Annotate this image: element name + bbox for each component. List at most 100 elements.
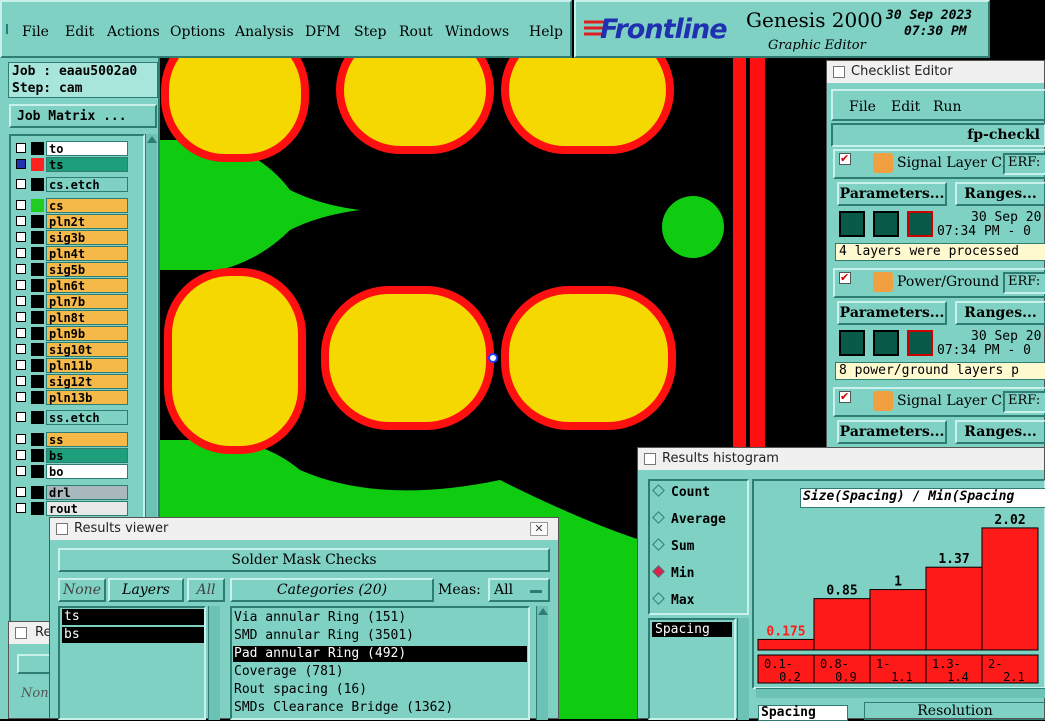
layer-name[interactable]: sig10t [46, 342, 128, 357]
layer-name[interactable]: bs [46, 448, 128, 463]
layer-row-pln2t[interactable]: pln2t [12, 214, 130, 229]
layer-checkbox[interactable] [16, 328, 26, 338]
stop-icon[interactable] [907, 211, 933, 237]
layer-row-rout[interactable]: rout [12, 501, 130, 516]
menu-dfm[interactable]: DFM [305, 24, 340, 40]
layer-checkbox[interactable] [16, 450, 26, 460]
mode-option-sum[interactable]: Sum [652, 538, 694, 557]
layer-name[interactable]: pln2t [46, 214, 128, 229]
layer-row-sig5b[interactable]: sig5b [12, 262, 130, 277]
checklist-menu-file[interactable]: File [849, 99, 876, 115]
layer-row-pln13b[interactable]: pln13b [12, 390, 130, 405]
layer-checkbox[interactable] [16, 179, 26, 189]
histogram-bar[interactable] [869, 589, 927, 651]
histogram-bar[interactable] [813, 598, 871, 651]
layer-checkbox[interactable] [16, 434, 26, 444]
menu-actions[interactable]: Actions [107, 24, 160, 40]
layer-name[interactable]: ss.etch [46, 410, 128, 425]
category-item[interactable]: Rout spacing (16) [233, 682, 527, 698]
chart-hscrollbar[interactable] [756, 688, 1045, 698]
checklist-item-header[interactable]: ✔ Signal Layer Ch ERF: [833, 387, 1045, 417]
layer-name[interactable]: pln8t [46, 310, 128, 325]
layer-name[interactable]: pln6t [46, 278, 128, 293]
menu-edit[interactable]: Edit [65, 24, 94, 40]
layer-row-bo[interactable]: bo [12, 464, 130, 479]
layer-row-pln7b[interactable]: pln7b [12, 294, 130, 309]
ranges-button[interactable]: Ranges... [955, 420, 1045, 444]
layer-checkbox[interactable] [16, 412, 26, 422]
result-layer-item[interactable]: ts [62, 609, 204, 625]
checklist-item-header[interactable]: ✔ Power/Ground C ERF: [833, 268, 1045, 298]
histogram-bar[interactable] [981, 527, 1039, 651]
layer-checkbox[interactable] [16, 248, 26, 258]
run-step-icon[interactable] [873, 330, 899, 356]
menu-analysis[interactable]: Analysis [235, 24, 294, 40]
scroll-up-arrow-icon[interactable] [537, 608, 548, 615]
mode-option-min[interactable]: Min [652, 565, 694, 584]
parameters-button[interactable]: Parameters... [837, 301, 947, 325]
erf-field[interactable]: ERF: [1003, 391, 1045, 413]
radio-icon[interactable] [652, 511, 665, 524]
category-item[interactable]: Via annular Ring (151) [233, 610, 527, 626]
layer-checkbox[interactable] [16, 466, 26, 476]
run-step-icon[interactable] [873, 211, 899, 237]
layer-checkbox[interactable] [16, 216, 26, 226]
histogram-bar[interactable] [925, 566, 983, 651]
mode-option-count[interactable]: Count [652, 484, 710, 503]
checkmark-icon[interactable]: ✔ [839, 391, 851, 403]
category-item[interactable]: Pad annular Ring (492) [233, 646, 527, 662]
none-button[interactable]: None [58, 578, 106, 602]
run-icon[interactable] [839, 330, 865, 356]
layer-row-pln11b[interactable]: pln11b [12, 358, 130, 373]
histogram-list-item[interactable]: Spacing [652, 622, 732, 637]
layer-checkbox[interactable] [16, 503, 26, 513]
layer-name[interactable]: sig12t [46, 374, 128, 389]
category-scrollbar[interactable] [536, 606, 548, 720]
layer-name[interactable]: sig5b [46, 262, 128, 277]
layer-row-ss[interactable]: ss [12, 432, 130, 447]
checkmark-icon[interactable]: ✔ [839, 153, 851, 165]
menu-rout[interactable]: Rout [399, 24, 433, 40]
histogram-bar[interactable] [757, 638, 815, 651]
job-matrix-button[interactable]: Job Matrix ... [9, 104, 157, 128]
erf-field[interactable]: ERF: [1003, 153, 1045, 175]
menu-step[interactable]: Step [354, 24, 386, 40]
layer-row-ss-etch[interactable]: ss.etch [12, 410, 130, 425]
layer-checkbox[interactable] [16, 376, 26, 386]
checklist-menu-run[interactable]: Run [933, 99, 962, 115]
layer-name[interactable]: bo [46, 464, 128, 479]
radio-icon[interactable] [652, 592, 665, 605]
checklist-titlebar[interactable]: Checklist Editor [827, 61, 1044, 83]
layer-checkbox[interactable] [16, 487, 26, 497]
layer-row-pln4t[interactable]: pln4t [12, 246, 130, 261]
layer-checkbox[interactable] [16, 159, 26, 169]
radio-selected-icon[interactable] [652, 565, 665, 578]
mode-option-max[interactable]: Max [652, 592, 694, 611]
category-item[interactable]: SMD annular Ring (3501) [233, 628, 527, 644]
layer-result-scrollbar[interactable] [208, 606, 220, 720]
layer-name[interactable]: pln11b [46, 358, 128, 373]
menu-options[interactable]: Options [170, 24, 225, 40]
scroll-up-arrow-icon[interactable] [146, 136, 157, 143]
ranges-button[interactable]: Ranges... [955, 301, 1045, 325]
ranges-button[interactable]: Ranges... [955, 182, 1045, 206]
layer-row-ts[interactable]: ts [12, 157, 130, 172]
background-window-none[interactable]: Non [21, 686, 49, 701]
radio-icon[interactable] [652, 538, 665, 551]
category-item[interactable]: Coverage (781) [233, 664, 527, 680]
categories-button[interactable]: Categories (20) [230, 578, 434, 602]
layer-row-cs-etch[interactable]: cs.etch [12, 177, 130, 192]
layer-checkbox[interactable] [16, 143, 26, 153]
layer-name[interactable]: pln4t [46, 246, 128, 261]
layer-name[interactable]: cs [46, 198, 128, 213]
layer-name[interactable]: cs.etch [46, 177, 128, 192]
mode-option-average[interactable]: Average [652, 511, 726, 530]
close-icon[interactable]: ✕ [530, 522, 548, 536]
layer-row-drl[interactable]: drl [12, 485, 130, 500]
layer-checkbox[interactable] [16, 232, 26, 242]
layer-row-to[interactable]: to [12, 141, 130, 156]
layer-row-pln6t[interactable]: pln6t [12, 278, 130, 293]
layer-name[interactable]: pln9b [46, 326, 128, 341]
run-icon[interactable] [839, 211, 865, 237]
layer-row-cs[interactable]: cs [12, 198, 130, 213]
